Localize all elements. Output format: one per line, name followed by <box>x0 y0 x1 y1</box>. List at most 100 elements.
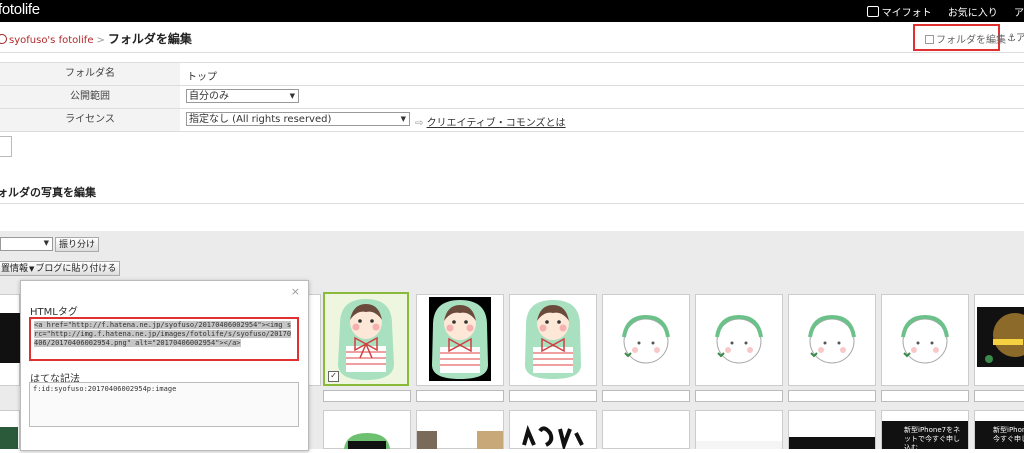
visibility-value: 自分のみ <box>189 91 229 102</box>
license-label: ライセンス <box>0 109 180 131</box>
photo-thumb[interactable] <box>416 410 504 449</box>
section-title: ォルダの写真を編集 <box>0 186 96 199</box>
breadcrumb-separator: > <box>96 35 105 46</box>
photo-image <box>417 431 437 449</box>
photo-thumb[interactable] <box>416 294 504 386</box>
page-title: フォルダを編集 <box>107 32 192 46</box>
visibility-select[interactable]: 自分のみ ▼ <box>186 89 299 103</box>
geo-info-button[interactable]: 置情報▼ブログに貼り付ける <box>0 261 121 276</box>
top-nav: マイフォト お気に入り ア <box>866 4 1024 19</box>
fotolife-logo[interactable]: fotolife <box>0 1 40 18</box>
caption-input[interactable] <box>788 390 876 402</box>
html-code: <a href="http://f.hatena.ne.jp/syofuso/2… <box>34 321 292 347</box>
iphone-ad-text: 新型iPhone7をネットで今すぐ申し込む <box>993 426 1024 443</box>
girl-illustration <box>901 314 949 364</box>
html-tag-textarea[interactable]: <a href="http://f.hatena.ne.jp/syofuso/2… <box>29 317 299 361</box>
home-icon <box>0 34 7 44</box>
photo-thumb[interactable] <box>0 410 20 449</box>
photo-image <box>477 431 503 449</box>
iphone-ad-image: 新型iPhone7をネットで今すぐ申し込む <box>882 421 968 452</box>
photo-thumb[interactable] <box>788 294 876 386</box>
caption-input[interactable] <box>323 390 411 402</box>
edit-folder-label: フォルダを編集 <box>936 35 1006 46</box>
caption-input[interactable] <box>509 390 597 402</box>
geo-info-label: 置情報 <box>1 264 29 274</box>
license-select[interactable]: 指定なし (All rights reserved) ▼ <box>186 112 410 126</box>
my-photo-link[interactable]: マイフォト <box>866 4 932 19</box>
photo-image <box>789 437 875 449</box>
folder-name-label: フォルダ名 <box>0 63 180 85</box>
cc-info: ⇨ クリエイティブ・コモンズとは <box>415 114 566 129</box>
photo-image <box>696 441 782 449</box>
photo-image <box>0 313 20 363</box>
upload-icon: ⚓ <box>1007 33 1016 44</box>
iphone-ad-image: 新型iPhone7をネットで今すぐ申し込む <box>975 421 1024 449</box>
upload-link[interactable]: ⚓ア <box>1007 29 1024 44</box>
folder-icon <box>925 35 934 44</box>
camera-icon <box>866 6 879 17</box>
chevron-down-icon: ▼ <box>43 239 49 247</box>
girl-illustration <box>715 314 763 364</box>
folder-move-select[interactable]: ▼ <box>0 237 53 251</box>
girl-illustration <box>622 314 670 364</box>
favorites-link[interactable]: お気に入り <box>948 4 998 19</box>
photo-thumb[interactable] <box>974 294 1024 386</box>
photo-thumb[interactable] <box>881 294 969 386</box>
caret-down-icon: ▼ <box>29 265 35 273</box>
close-icon[interactable]: × <box>291 285 300 298</box>
folder-form: フォルダ名 トップ 公開範囲 自分のみ ▼ ライセンス 指定なし (All rig… <box>0 62 1024 132</box>
save-button-partial[interactable] <box>0 136 12 157</box>
photo-thumb[interactable]: 新型iPhone7をネットで今すぐ申し込む <box>881 410 969 452</box>
dark-character-image <box>977 307 1024 367</box>
matryoshka-image <box>429 297 491 381</box>
photo-thumb[interactable] <box>602 294 690 386</box>
license-row: ライセンス 指定なし (All rights reserved) ▼ ⇨ クリエイ… <box>0 108 1024 132</box>
matryoshka-image <box>338 299 394 380</box>
hatena-code: f:id:syofuso:20170406002954p:image <box>33 385 177 393</box>
embed-code-popup: × HTMLタグ <a href="http://f.hatena.ne.jp/… <box>20 280 309 451</box>
caption-input[interactable] <box>695 390 783 402</box>
folder-name-value[interactable]: トップ <box>187 68 217 83</box>
photo-image <box>0 427 18 449</box>
blog-paste-label: ブログに貼り付ける <box>35 264 117 274</box>
caption-input[interactable] <box>881 390 969 402</box>
photo-thumb[interactable] <box>509 294 597 386</box>
photo-thumb[interactable] <box>307 294 321 386</box>
photo-thumb[interactable] <box>323 410 411 449</box>
upload-label: ア <box>1015 33 1024 44</box>
hatena-notation-textarea[interactable]: f:id:syofuso:20170406002954p:image <box>29 382 299 427</box>
edit-folder-button[interactable]: フォルダを編集 <box>913 24 1006 51</box>
visibility-row: 公開範囲 自分のみ ▼ <box>0 85 1024 108</box>
html-tag-label: HTMLタグ <box>30 307 78 318</box>
girl-illustration <box>808 314 856 364</box>
caption-input[interactable] <box>602 390 690 402</box>
photo-thumb[interactable] <box>695 294 783 386</box>
license-value: 指定なし (All rights reserved) <box>189 114 332 125</box>
green-character-image <box>344 433 390 449</box>
cc-link[interactable]: クリエイティブ・コモンズとは <box>427 118 566 129</box>
arrow-right-icon: ⇨ <box>415 118 427 129</box>
photo-thumb[interactable] <box>602 410 690 449</box>
nav-more-link[interactable]: ア <box>1014 4 1024 19</box>
photo-thumb[interactable] <box>509 410 597 452</box>
visibility-label: 公開範囲 <box>0 86 180 108</box>
photo-thumb[interactable]: 新型iPhone7をネットで今すぐ申し込む <box>974 410 1024 449</box>
matryoshka-image <box>525 300 581 379</box>
photo-thumb[interactable] <box>0 294 20 386</box>
caption-input[interactable] <box>416 390 504 402</box>
breadcrumb: syofuso's fotolife > フォルダを編集 <box>0 30 192 47</box>
photo-thumb[interactable] <box>695 410 783 449</box>
photo-thumb[interactable] <box>788 410 876 449</box>
handwriting-image <box>522 425 584 452</box>
top-bar: fotolife マイフォト お気に入り ア <box>0 0 1024 22</box>
caption-input[interactable] <box>974 390 1024 402</box>
chevron-down-icon: ▼ <box>289 92 295 100</box>
sort-button[interactable]: 振り分け <box>55 237 100 252</box>
select-checkbox[interactable]: ✓ <box>328 371 339 382</box>
chevron-down-icon: ▼ <box>400 115 406 123</box>
iphone-ad-text: 新型iPhone7をネットで今すぐ申し込む <box>904 426 961 452</box>
section-divider <box>0 203 1024 204</box>
folder-name-row: フォルダ名 トップ <box>0 62 1024 85</box>
breadcrumb-home-link[interactable]: syofuso's fotolife <box>9 35 93 46</box>
page-header: syofuso's fotolife > フォルダを編集 <box>0 22 1024 53</box>
